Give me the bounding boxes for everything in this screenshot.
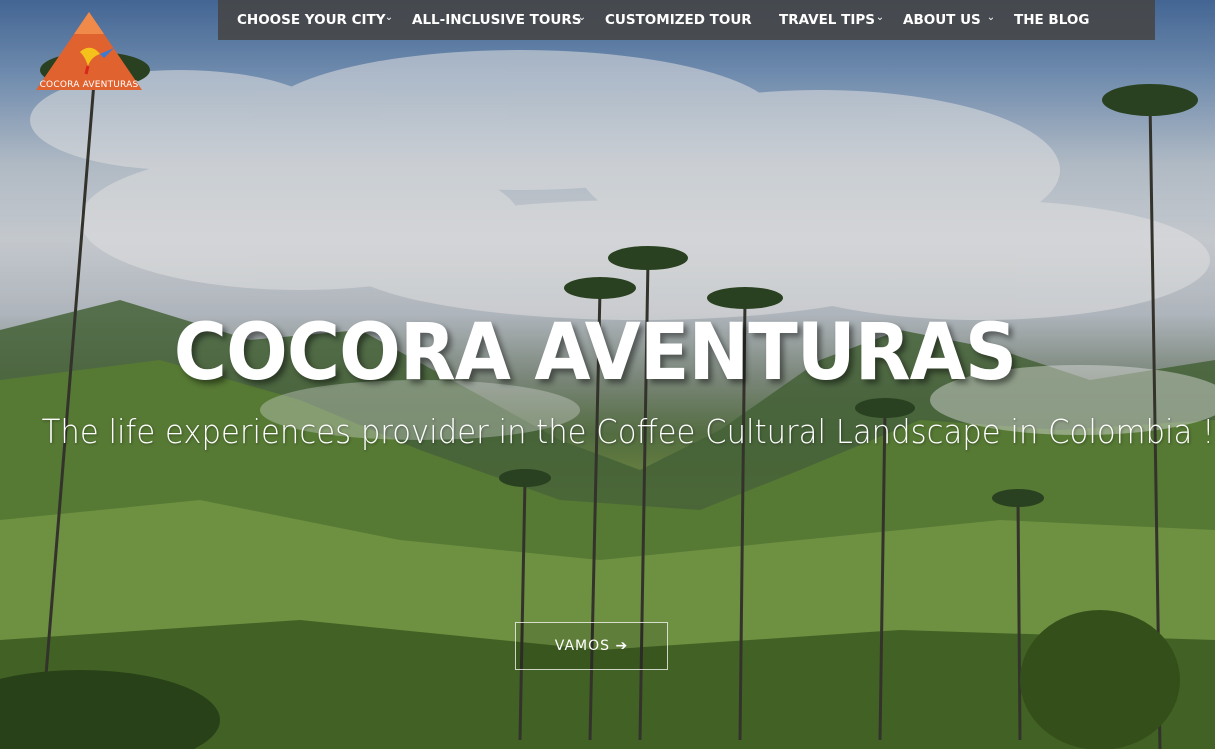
nav-item-about-us[interactable]: ABOUT US xyxy=(903,0,981,40)
vamos-button[interactable]: VAMOS ➔ xyxy=(515,622,668,670)
chevron-down-icon[interactable]: ⌄ xyxy=(577,11,587,25)
hero-subtitle: The life experiences provider in the Cof… xyxy=(41,412,1215,451)
nav-item-customized-tour[interactable]: CUSTOMIZED TOUR xyxy=(605,0,752,40)
main-navigation: CHOOSE YOUR CITY ⌄ ALL-INCLUSIVE TOURS ⌄… xyxy=(218,0,1155,40)
site-logo[interactable]: COCORA AVENTURAS xyxy=(34,8,144,96)
chevron-down-icon[interactable]: ⌄ xyxy=(384,11,394,25)
hero-title: COCORA AVENTURAS xyxy=(173,308,1017,398)
hero-section: COCORA AVENTURAS CHOOSE YOUR CITY ⌄ ALL-… xyxy=(0,0,1215,749)
nav-item-choose-your-city[interactable]: CHOOSE YOUR CITY xyxy=(237,0,386,40)
nav-item-the-blog[interactable]: THE BLOG xyxy=(1014,0,1089,40)
chevron-down-icon[interactable]: ⌄ xyxy=(986,11,996,25)
nav-item-all-inclusive-tours[interactable]: ALL-INCLUSIVE TOURS xyxy=(412,0,581,40)
logo-text: COCORA AVENTURAS xyxy=(39,80,139,90)
chevron-down-icon[interactable]: ⌄ xyxy=(875,11,885,25)
nav-item-travel-tips[interactable]: TRAVEL TIPS xyxy=(779,0,875,40)
